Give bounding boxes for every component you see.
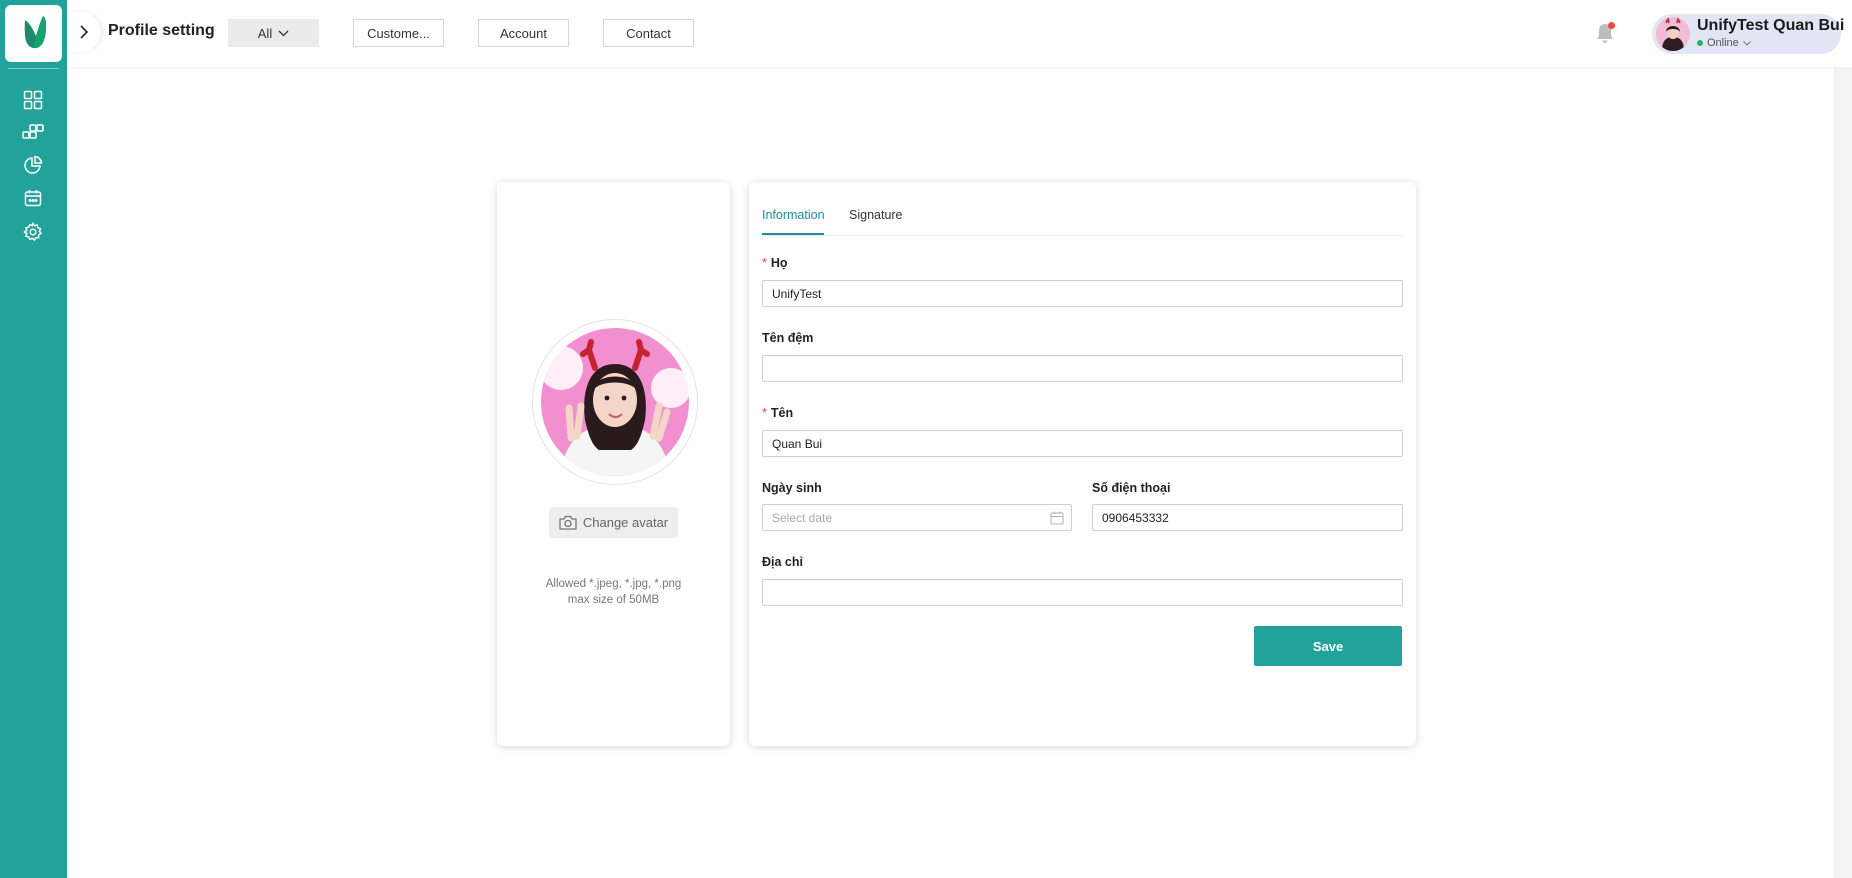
profile-form-card: Information Signature *Họ Tên đệm *Tên N…: [749, 182, 1416, 746]
tab-signature[interactable]: Signature: [849, 208, 903, 222]
save-button[interactable]: Save: [1254, 626, 1402, 666]
avatar-hint-size: max size of 50MB: [567, 594, 660, 606]
so-dien-thoai-input[interactable]: [1092, 504, 1403, 531]
user-name: UnifyTest Quan Bui: [1697, 17, 1845, 34]
required-marker: *: [762, 406, 767, 420]
settings-icon[interactable]: [20, 219, 46, 245]
change-avatar-button[interactable]: Change avatar: [549, 507, 678, 538]
ho-input[interactable]: [762, 280, 1403, 307]
user-status-label: Online: [1707, 37, 1739, 49]
page-scrollbar[interactable]: [1834, 67, 1852, 878]
expand-sidebar-button[interactable]: [67, 12, 101, 52]
ngay-sinh-date-picker[interactable]: [762, 504, 1072, 531]
dia-chi-input[interactable]: [762, 579, 1403, 606]
filter-account-button[interactable]: Account: [478, 19, 569, 47]
avatar-hint-formats: Allowed *.jpeg, *.jpg, *.png: [545, 578, 682, 590]
tab-bar: Information Signature: [762, 182, 1403, 236]
user-status: Online: [1697, 37, 1751, 49]
filter-all-label: All: [257, 25, 273, 41]
user-menu[interactable]: UnifyTest Quan Bui Online: [1652, 14, 1845, 54]
app-logo[interactable]: [5, 5, 62, 62]
filter-contact-button[interactable]: Contact: [603, 19, 694, 47]
avatar-frame: [532, 319, 698, 485]
online-status-dot: [1697, 40, 1703, 46]
notification-dot: [1608, 22, 1615, 29]
so-dien-thoai-label: Số điện thoại: [1092, 481, 1171, 495]
apps-icon[interactable]: [20, 119, 46, 145]
notification-bell-icon[interactable]: [1592, 20, 1618, 46]
ngay-sinh-label: Ngày sinh: [762, 481, 822, 495]
filter-all-dropdown[interactable]: All: [228, 19, 319, 47]
calendar-icon[interactable]: [20, 185, 46, 211]
top-bar: Profile setting All Custome... Account C…: [67, 0, 1852, 67]
camera-icon: [559, 515, 577, 530]
avatar: [1656, 17, 1690, 51]
chevron-right-icon: [80, 25, 89, 39]
filter-customer-button[interactable]: Custome...: [353, 19, 444, 47]
ho-label: * Họ: [762, 256, 788, 270]
sidebar-divider: [8, 68, 59, 69]
chevron-down-icon: [278, 30, 289, 36]
page-title: Profile setting: [108, 22, 215, 39]
ten-dem-input[interactable]: [762, 355, 1403, 382]
logo-icon: [24, 15, 46, 48]
change-avatar-label: Change avatar: [582, 515, 669, 530]
ten-label: * Tên: [762, 406, 794, 420]
tab-information[interactable]: Information: [762, 208, 825, 222]
profile-avatar-image: [541, 328, 689, 476]
filter-contact-label: Contact: [626, 25, 671, 41]
avatar-card: Change avatar Allowed *.jpeg, *.jpg, *.p…: [497, 182, 730, 746]
chevron-down-icon: [1742, 40, 1751, 46]
filter-customer-label: Custome...: [367, 25, 430, 41]
active-tab-indicator: [762, 233, 824, 235]
dashboard-icon[interactable]: [20, 87, 46, 113]
ten-input[interactable]: [762, 430, 1403, 457]
required-marker: *: [762, 256, 767, 270]
filter-account-label: Account: [500, 25, 547, 41]
ten-dem-label: Tên đệm: [762, 331, 814, 345]
dia-chi-label: Địa chỉ: [762, 555, 803, 569]
sidebar: [0, 0, 67, 878]
pie-chart-icon[interactable]: [20, 152, 46, 178]
